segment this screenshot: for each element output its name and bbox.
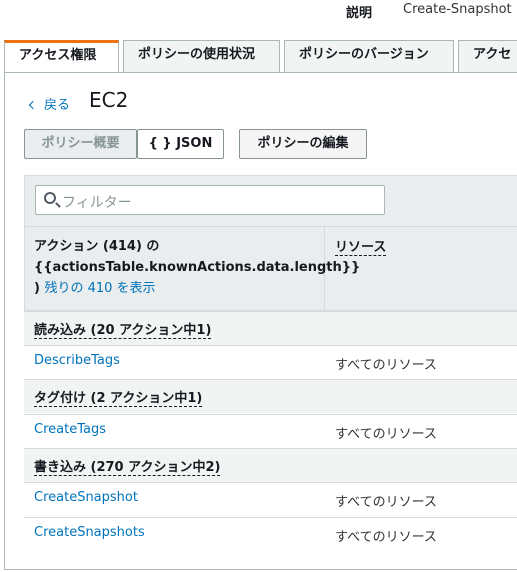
table-row: DescribeTags すべてのリソース [24,345,517,379]
action-link[interactable]: CreateTags [34,422,106,437]
section-row-tagging[interactable]: タグ付け (2 アクション中1) [24,379,517,413]
resource-cell: すべてのリソース [335,495,437,510]
section-label: タグ付け (2 アクション中1) [34,387,203,407]
json-button[interactable]: { } JSON [137,129,224,159]
resource-cell: すべてのリソース [335,427,437,442]
tab-permissions[interactable]: アクセス権限 [4,40,119,72]
action-link[interactable]: CreateSnapshot [34,490,138,505]
section-row-read[interactable]: 読み込み (20 アクション中1) [24,311,517,345]
filter-placeholder: フィルター [62,195,132,211]
action-link[interactable]: DescribeTags [34,353,120,368]
tab-policy-versions[interactable]: ポリシーのバージョン [284,40,454,72]
edit-policy-button[interactable]: ポリシーの編集 [239,129,367,159]
section-label: 書き込み (270 アクション中2) [34,456,221,476]
policy-summary-button[interactable]: ポリシー概要 [24,129,137,159]
table-row: CreateTags すべてのリソース [24,414,517,448]
action-header-line3: ) [34,281,40,296]
action-link[interactable]: CreateSnapshots [34,525,145,540]
section-row-write[interactable]: 書き込み (270 アクション中2) [24,448,517,482]
action-header-line2: {{actionsTable.knownActions.data.length}… [34,260,361,275]
back-label: 戻る [44,98,71,113]
table-row: CreateSnapshot すべてのリソース [24,482,517,516]
service-title: EC2 [89,88,129,112]
resource-cell: すべてのリソース [335,530,437,545]
description-value: Create-Snapshot [403,2,512,17]
tab-access-advisor[interactable]: アクセ [458,40,517,72]
search-icon [44,192,56,204]
action-column-header: アクション (414) の {{actionsTable.knownAction… [34,236,361,299]
description-row: 説明 Create-Snapshot [0,0,517,22]
back-link[interactable]: 戻る [28,94,71,113]
section-label: 読み込み (20 アクション中1) [34,319,212,339]
resource-column-header[interactable]: リソース [335,236,387,256]
resource-cell: すべてのリソース [335,358,437,373]
tab-bar: アクセス権限 ポリシーの使用状況 ポリシーのバージョン アクセ [0,40,517,72]
chevron-left-icon [28,100,38,110]
table-row: CreateSnapshots すべてのリソース [24,517,517,551]
filter-input[interactable]: フィルター [35,185,385,215]
show-remaining-link[interactable]: 残りの 410 を表示 [44,281,155,296]
tab-policy-usage[interactable]: ポリシーの使用状況 [123,40,280,72]
header-divider [24,226,517,227]
description-label: 説明 [346,6,373,21]
action-header-line1: アクション (414) の [34,239,160,254]
